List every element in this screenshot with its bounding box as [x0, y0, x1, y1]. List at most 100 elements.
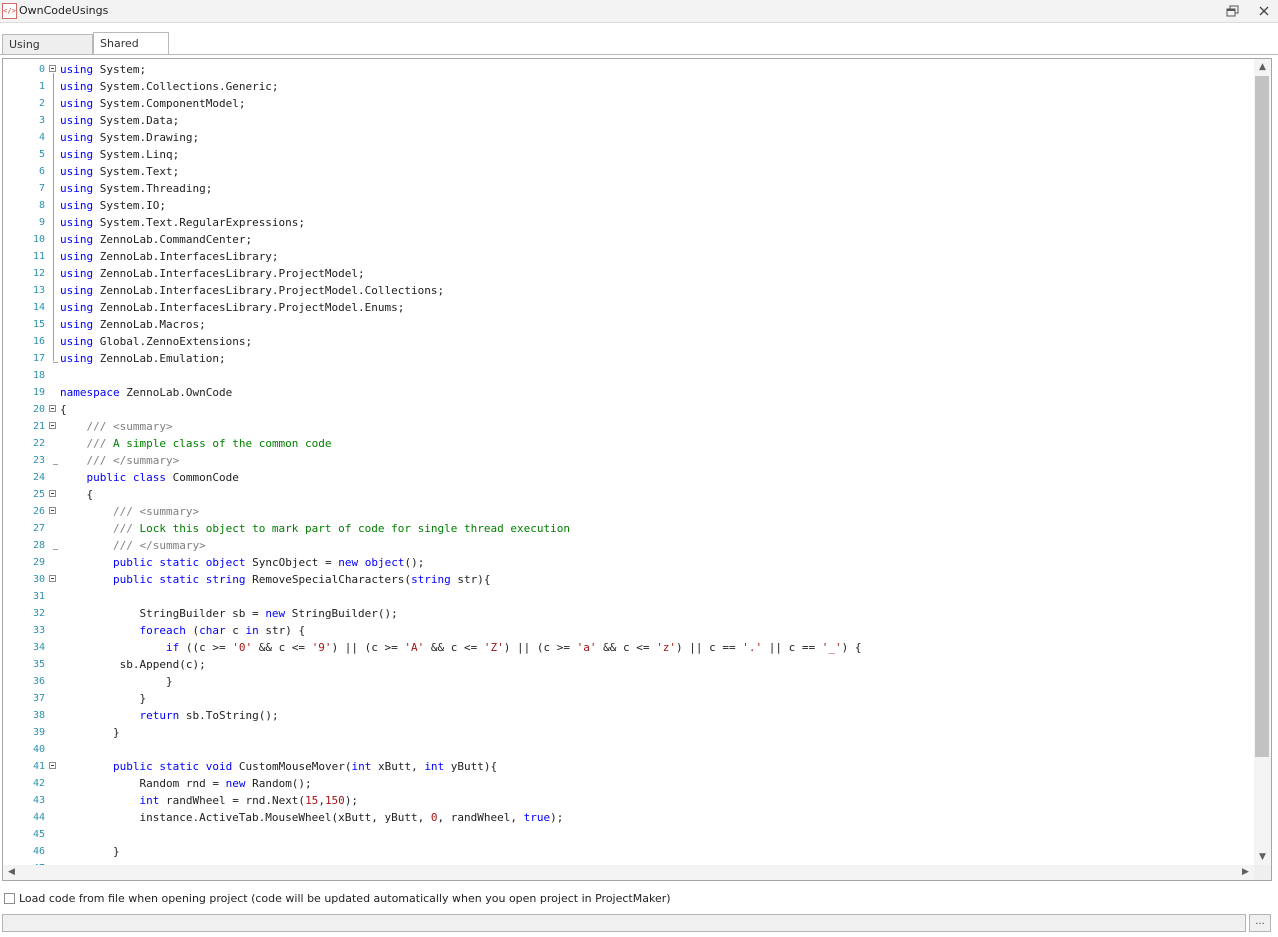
collapse-region-icon[interactable]: [49, 405, 56, 412]
line-number: 16: [32, 336, 45, 347]
line-number: 25: [32, 489, 45, 500]
code-line[interactable]: public static string RemoveSpecialCharac…: [60, 571, 491, 588]
code-line[interactable]: using System.Threading;: [60, 180, 212, 197]
line-number: 40: [32, 744, 45, 755]
vertical-scroll-thumb[interactable]: [1255, 76, 1269, 757]
load-from-file-checkbox[interactable]: [4, 893, 15, 904]
collapse-region-icon[interactable]: [49, 575, 56, 582]
scroll-left-icon[interactable]: ◀: [3, 865, 20, 880]
line-number: 4: [38, 132, 45, 143]
restore-window-icon[interactable]: [1224, 3, 1242, 19]
line-number: 14: [32, 302, 45, 313]
line-number: 19: [32, 387, 45, 398]
code-line[interactable]: using Global.ZennoExtensions;: [60, 333, 252, 350]
code-line[interactable]: public static void CustomMouseMover(int …: [60, 758, 497, 775]
scroll-right-icon[interactable]: ▶: [1237, 865, 1254, 880]
code-line[interactable]: using System.Drawing;: [60, 129, 199, 146]
code-line[interactable]: /// <summary>: [60, 418, 173, 435]
code-line[interactable]: /// </summary>: [60, 537, 206, 554]
code-line[interactable]: instance.ActiveTab.MouseWheel(xButt, yBu…: [60, 809, 563, 826]
code-line[interactable]: using ZennoLab.InterfacesLibrary.Project…: [60, 265, 365, 282]
code-line[interactable]: /// </summary>: [60, 452, 180, 469]
collapse-region-icon[interactable]: [49, 65, 56, 72]
code-editor[interactable]: 0 1 2 3 4 5 6 7 8 9 10 11 12 13 14 15 16 17 18 19 20 21 22 23 24…: [2, 58, 1272, 881]
code-file-icon: </>: [2, 3, 17, 19]
collapse-region-icon[interactable]: [49, 507, 56, 514]
scroll-up-icon[interactable]: ▲: [1254, 59, 1271, 75]
code-line[interactable]: }: [60, 843, 120, 860]
tab-using-directives[interactable]: Using directives: [2, 34, 93, 71]
fold-guide-line: [53, 73, 54, 361]
code-line[interactable]: using System.Text.RegularExpressions;: [60, 214, 305, 231]
line-number: 32: [32, 608, 45, 619]
collapse-region-icon[interactable]: [49, 422, 56, 429]
line-number: 28: [32, 540, 45, 551]
line-number: 12: [32, 268, 45, 279]
code-line[interactable]: using System.Linq;: [60, 146, 179, 163]
scroll-down-icon[interactable]: ▼: [1254, 849, 1271, 865]
code-line[interactable]: using System.Text;: [60, 163, 179, 180]
code-line[interactable]: /// Lock this object to mark part of cod…: [60, 520, 570, 537]
code-line[interactable]: {: [60, 401, 67, 418]
line-number: 20: [32, 404, 45, 415]
code-line[interactable]: using System.ComponentModel;: [60, 95, 245, 112]
code-line[interactable]: using System.IO;: [60, 197, 166, 214]
line-number: 3: [38, 115, 45, 126]
line-number: 33: [32, 625, 45, 636]
code-line[interactable]: Random rnd = new Random();: [60, 775, 311, 792]
code-line[interactable]: }: [60, 690, 146, 707]
line-number: 38: [32, 710, 45, 721]
line-number: 27: [32, 523, 45, 534]
code-line[interactable]: }: [60, 724, 120, 741]
code-line[interactable]: using ZennoLab.Emulation;: [60, 350, 226, 367]
code-line[interactable]: public static object SyncObject = new ob…: [60, 554, 424, 571]
code-line[interactable]: if ((c >= '0' && c <= '9') || (c >= 'A' …: [60, 639, 862, 656]
code-line[interactable]: using System;: [60, 61, 146, 78]
code-line[interactable]: using ZennoLab.InterfacesLibrary.Project…: [60, 282, 444, 299]
line-number: 10: [32, 234, 45, 245]
line-number: 17: [32, 353, 45, 364]
fold-region-end: [53, 549, 58, 550]
code-line[interactable]: using ZennoLab.InterfacesLibrary;: [60, 248, 279, 265]
code-line[interactable]: /// <summary>: [60, 503, 199, 520]
code-line[interactable]: foreach (char c in str) {: [60, 622, 305, 639]
code-line[interactable]: using System.Data;: [60, 112, 179, 129]
line-number: 35: [32, 659, 45, 670]
line-number: 44: [32, 812, 45, 823]
line-number: 43: [32, 795, 45, 806]
code-line[interactable]: public class CommonCode: [60, 469, 239, 486]
line-number: 31: [32, 591, 45, 602]
code-line[interactable]: sb.Append(c);: [60, 656, 206, 673]
line-number: 22: [32, 438, 45, 449]
line-number: 18: [32, 370, 45, 381]
code-line[interactable]: using System.Collections.Generic;: [60, 78, 279, 95]
code-line[interactable]: namespace ZennoLab.OwnCode: [60, 384, 232, 401]
code-line[interactable]: {: [60, 486, 93, 503]
code-line[interactable]: using ZennoLab.CommandCenter;: [60, 231, 252, 248]
close-icon[interactable]: [1255, 3, 1273, 19]
browse-button[interactable]: ...: [1249, 914, 1271, 932]
code-line[interactable]: int randWheel = rnd.Next(15,150);: [60, 792, 358, 809]
code-area[interactable]: using System; using System.Collections.Ge…: [60, 61, 1253, 867]
line-number: 37: [32, 693, 45, 704]
code-line[interactable]: return sb.ToString();: [60, 707, 278, 724]
tab-shared-code[interactable]: Shared code: [93, 32, 169, 72]
line-number: 42: [32, 778, 45, 789]
vertical-scrollbar[interactable]: ▲ ▼: [1254, 59, 1271, 865]
collapse-region-icon[interactable]: [49, 762, 56, 769]
code-line[interactable]: using ZennoLab.InterfacesLibrary.Project…: [60, 299, 404, 316]
collapse-region-icon[interactable]: [49, 490, 56, 497]
code-line[interactable]: StringBuilder sb = new StringBuilder();: [60, 605, 397, 622]
line-number: 24: [32, 472, 45, 483]
horizontal-scrollbar[interactable]: ◀ ▶: [3, 865, 1254, 880]
line-number: 8: [38, 200, 45, 211]
code-line[interactable]: /// A simple class of the common code: [60, 435, 332, 452]
line-number: 39: [32, 727, 45, 738]
code-line[interactable]: }: [60, 673, 173, 690]
line-number: 30: [32, 574, 45, 585]
line-number: 46: [32, 846, 45, 857]
line-number: 29: [32, 557, 45, 568]
code-line[interactable]: using ZennoLab.Macros;: [60, 316, 206, 333]
file-path-input[interactable]: [2, 914, 1246, 932]
line-number: 0: [38, 64, 45, 75]
